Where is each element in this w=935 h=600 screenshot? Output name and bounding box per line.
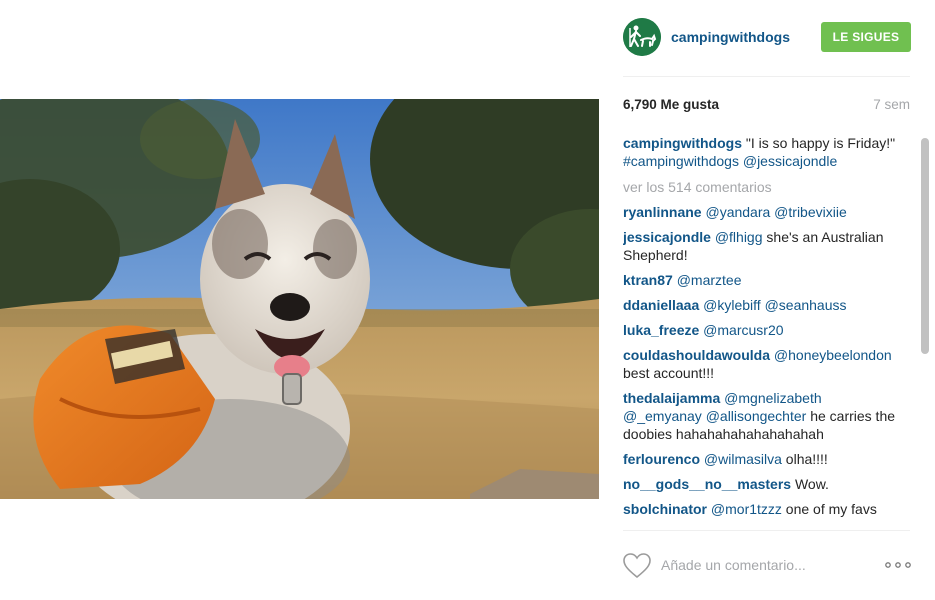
- comment-username[interactable]: luka_freeze: [623, 322, 699, 338]
- comment-mention[interactable]: @marztee: [673, 272, 742, 288]
- caption-username[interactable]: campingwithdogs: [623, 135, 742, 151]
- comment-mention[interactable]: @mor1tzzz: [707, 501, 782, 517]
- caption-text: "I is so happy is Friday!": [742, 135, 896, 151]
- ellipsis-icon[interactable]: [885, 559, 911, 571]
- comment-item: no__gods__no__masters Wow.: [623, 475, 898, 493]
- comment-username[interactable]: ddaniellaaa: [623, 297, 699, 313]
- comment-username[interactable]: jessicajondle: [623, 229, 711, 245]
- comment-mention[interactable]: @kylebiff: [699, 297, 761, 313]
- comment-text: Wow.: [791, 476, 829, 492]
- comment-mention[interactable]: @tribevixiie: [770, 204, 847, 220]
- like-count[interactable]: 6,790 Me gusta: [623, 97, 719, 112]
- post-header: campingwithdogs LE SIGUES: [623, 18, 911, 58]
- load-more-comments[interactable]: ver los 514 comentarios: [623, 178, 898, 196]
- comment-mention[interactable]: @honeybeelondon: [770, 347, 892, 363]
- photo-column: [0, 0, 599, 599]
- comments-list[interactable]: campingwithdogs "I is so happy is Friday…: [623, 134, 898, 530]
- comment-mention[interactable]: @yandara: [702, 204, 770, 220]
- comment-username[interactable]: ferlourenco: [623, 451, 700, 467]
- comment-mention[interactable]: @flhigg: [711, 229, 763, 245]
- caption-hashtag[interactable]: #campingwithdogs: [623, 153, 739, 169]
- comment-text: olha!!!!: [781, 451, 828, 467]
- hiker-with-dog-logo-icon: [623, 18, 661, 56]
- comments-scrollbar[interactable]: [921, 138, 929, 354]
- comment-bar: [623, 530, 911, 600]
- comment-entries: ryanlinnane @yandara @tribevixiie jessica…: [623, 203, 898, 518]
- following-button[interactable]: LE SIGUES: [821, 22, 911, 52]
- comment-mention[interactable]: @_emyanay: [623, 408, 702, 424]
- add-comment-input[interactable]: [661, 554, 871, 576]
- post-photo[interactable]: [0, 99, 599, 499]
- comment-item: couldashouldawoulda @honeybeelondon best…: [623, 346, 898, 382]
- comment-item: luka_freeze @marcusr20: [623, 321, 898, 339]
- comment-mention[interactable]: @mgnelizabeth: [720, 390, 822, 406]
- comment-item: ryanlinnane @yandara @tribevixiie: [623, 203, 898, 221]
- comment-username[interactable]: couldashouldawoulda: [623, 347, 770, 363]
- avatar[interactable]: [623, 18, 661, 56]
- comment-username[interactable]: ktran87: [623, 272, 673, 288]
- comment-item: ferlourenco @wilmasilva olha!!!!: [623, 450, 898, 468]
- comment-username[interactable]: thedalaijamma: [623, 390, 720, 406]
- post-username[interactable]: campingwithdogs: [671, 29, 790, 45]
- comment-mention[interactable]: @allisongechter: [702, 408, 807, 424]
- comment-username[interactable]: sbolchinator: [623, 501, 707, 517]
- comment-item: jessicajondle @flhigg she's an Australia…: [623, 228, 898, 264]
- comment-text: best account!!!: [623, 365, 715, 381]
- comment-text: one of my favs: [781, 501, 877, 517]
- comment-item: ktran87 @marztee: [623, 271, 898, 289]
- header-divider: [623, 76, 910, 77]
- comment-item: thedalaijamma @mgnelizabeth @_emyanay @a…: [623, 389, 898, 443]
- comment-item: ddaniellaaa @kylebiff @seanhauss: [623, 296, 898, 314]
- comment-mention[interactable]: @marcusr20: [699, 322, 783, 338]
- post-time[interactable]: 7 sem: [873, 97, 910, 112]
- caption: campingwithdogs "I is so happy is Friday…: [623, 134, 898, 170]
- caption-mention[interactable]: @jessicajondle: [743, 153, 837, 169]
- heart-outline-icon[interactable]: [623, 553, 651, 579]
- comment-mention[interactable]: @seanhauss: [761, 297, 847, 313]
- post-details-panel: campingwithdogs LE SIGUES 6,790 Me gusta…: [599, 0, 935, 599]
- comment-mention[interactable]: @wilmasilva: [700, 451, 782, 467]
- post-stats: 6,790 Me gusta 7 sem: [623, 97, 910, 115]
- comment-username[interactable]: ryanlinnane: [623, 204, 702, 220]
- comment-username[interactable]: no__gods__no__masters: [623, 476, 791, 492]
- comment-item: sbolchinator @mor1tzzz one of my favs: [623, 500, 898, 518]
